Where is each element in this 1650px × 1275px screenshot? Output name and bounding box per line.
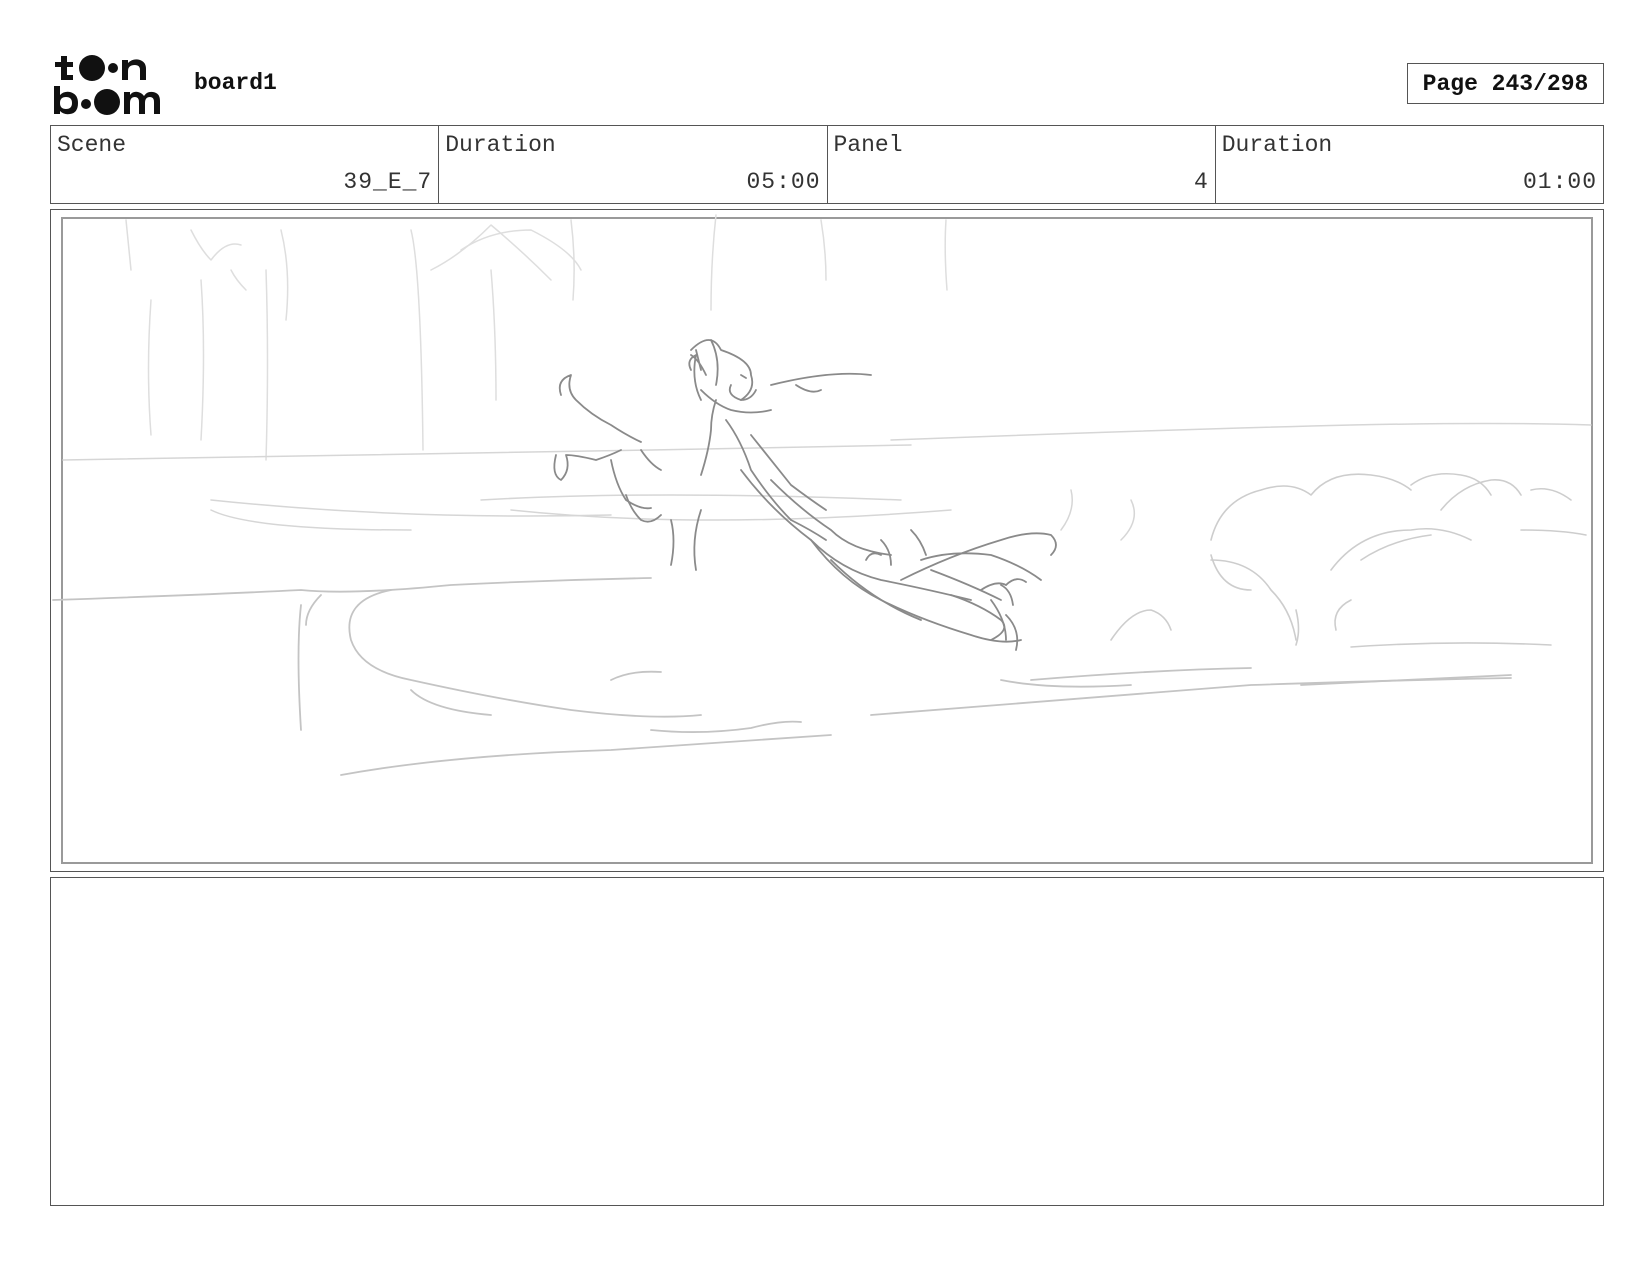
- toonboom-logo: [52, 50, 172, 118]
- scene-duration-cell: Duration 05:00: [439, 126, 828, 203]
- board-title: board1: [194, 70, 277, 96]
- scene-duration-label: Duration: [445, 132, 556, 158]
- storyboard-info-row: Scene 39_E_7 Duration 05:00 Panel 4 Dura…: [50, 125, 1604, 204]
- panel-cell: Panel 4: [828, 126, 1216, 203]
- panel-duration-cell: Duration 01:00: [1216, 126, 1603, 203]
- storyboard-panel-image: [50, 209, 1604, 872]
- sketch-drawing: [52, 214, 1593, 864]
- panel-duration-value: 01:00: [1522, 169, 1597, 195]
- scene-duration-value: 05:00: [746, 169, 821, 195]
- page-indicator: Page 243/298: [1407, 63, 1604, 104]
- scene-label: Scene: [57, 132, 127, 158]
- panel-label: Panel: [833, 132, 903, 158]
- panel-notes-area: [50, 877, 1604, 1206]
- panel-value: 4: [1193, 169, 1209, 195]
- scene-value: 39_E_7: [343, 169, 433, 195]
- panel-duration-label: Duration: [1221, 132, 1333, 158]
- scene-cell: Scene 39_E_7: [51, 126, 440, 203]
